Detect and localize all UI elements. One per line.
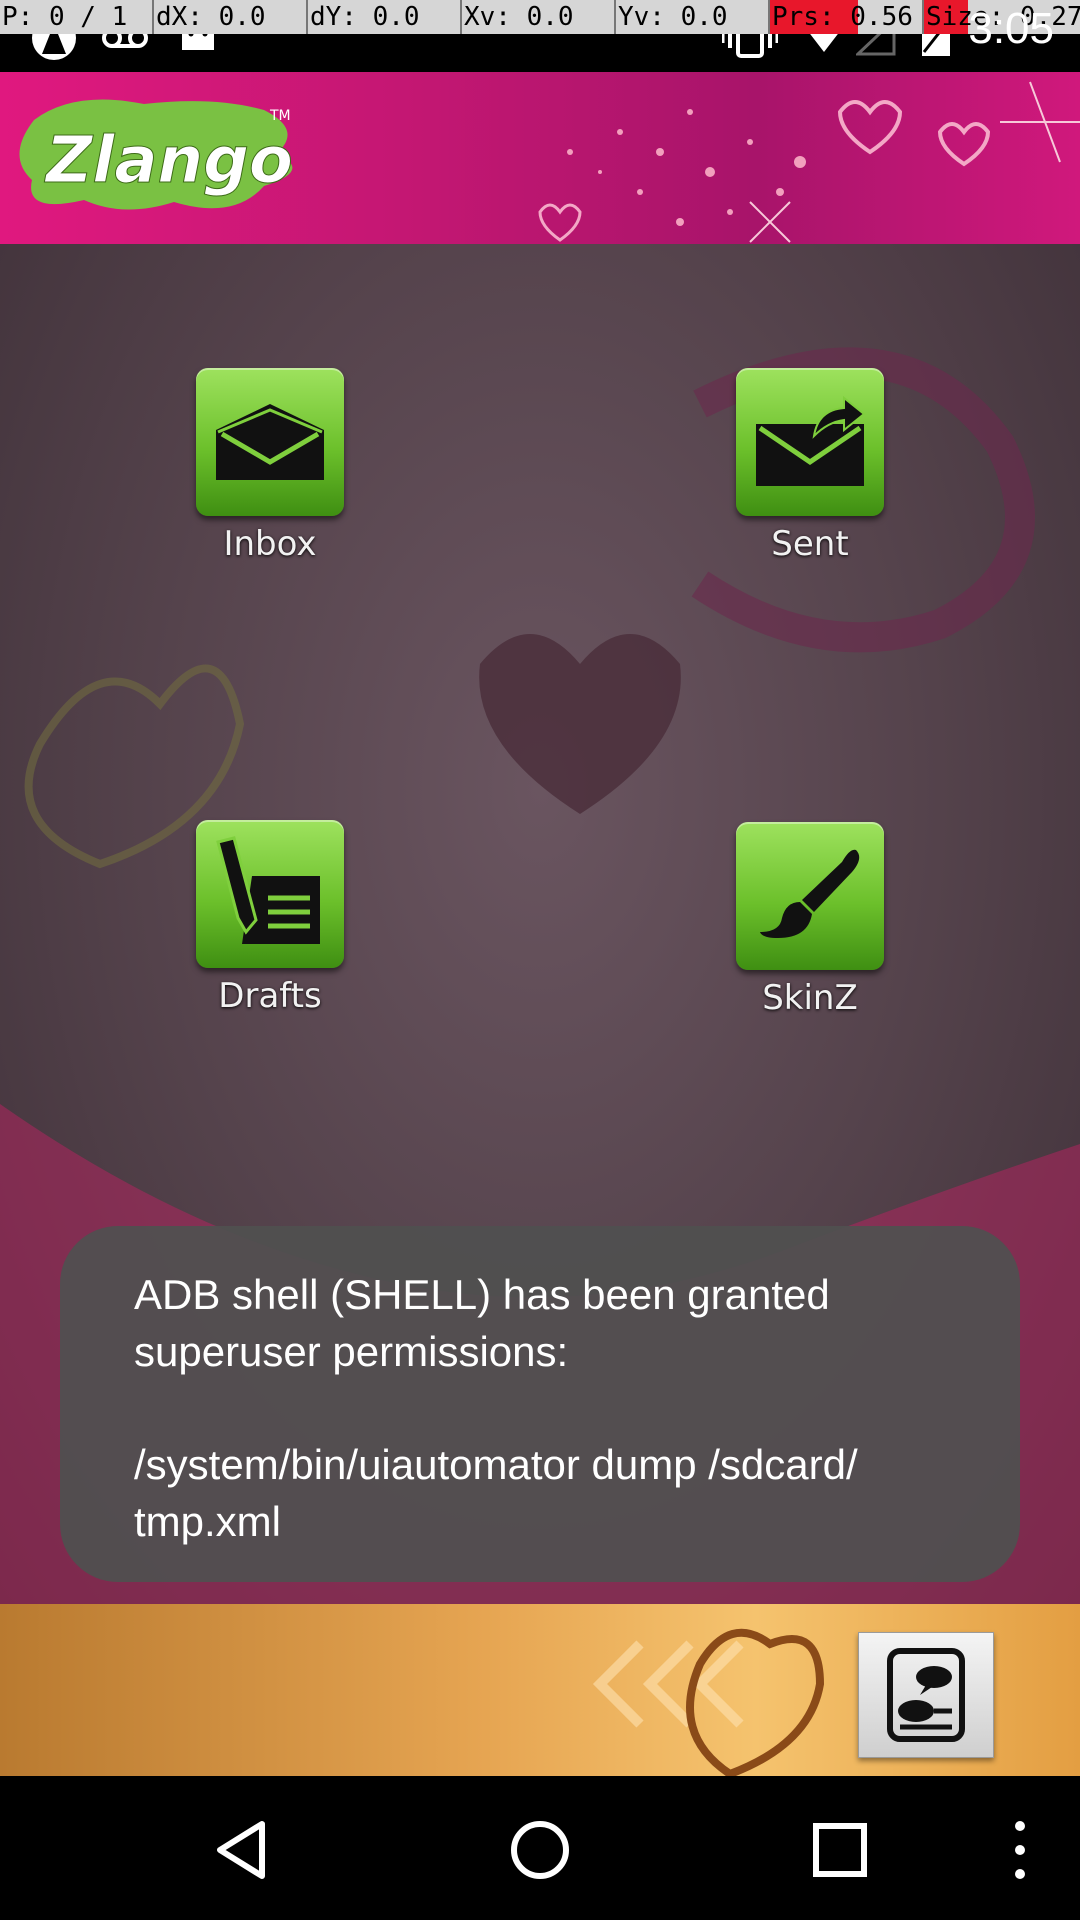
heart-arrows-decoration bbox=[592, 1628, 825, 1776]
inbox-tile[interactable]: Inbox bbox=[195, 368, 345, 564]
pressure: Prs: 0.56 bbox=[770, 0, 924, 34]
navigation-bar bbox=[0, 1776, 1080, 1920]
velocity-y: Yv: 0.0 bbox=[616, 0, 770, 34]
sent-tile[interactable]: Sent bbox=[735, 368, 885, 564]
drafts-tile[interactable]: Drafts bbox=[195, 820, 345, 1016]
toast-line-4: tmp.xml bbox=[134, 1498, 281, 1545]
recents-icon[interactable] bbox=[804, 1814, 876, 1886]
conversation-button[interactable] bbox=[858, 1632, 994, 1758]
header-decoration bbox=[538, 81, 1080, 243]
toast-line-1: ADB shell (SHELL) has been granted bbox=[134, 1271, 830, 1318]
overflow-menu-icon[interactable] bbox=[984, 1814, 1056, 1886]
zlango-logo: Zlango TM bbox=[19, 99, 293, 210]
toast-line-3: /system/bin/uiautomator dump /sdcard/ bbox=[134, 1441, 858, 1488]
svg-text:TM: TM bbox=[269, 108, 291, 124]
skinz-label: SkinZ bbox=[762, 978, 858, 1018]
toast-line-2: superuser permissions: bbox=[134, 1328, 569, 1375]
bottom-toolbar bbox=[0, 1604, 1080, 1776]
sent-button[interactable] bbox=[736, 368, 884, 516]
delta-y: dY: 0.0 bbox=[308, 0, 462, 34]
send-envelope-icon bbox=[756, 395, 866, 486]
app-header: Zlango TM bbox=[0, 72, 1080, 244]
home-icon[interactable] bbox=[504, 1814, 576, 1886]
skinz-tile[interactable]: SkinZ bbox=[735, 822, 885, 1018]
drafts-label: Drafts bbox=[218, 976, 322, 1016]
pointer-count: P: 0 / 1 bbox=[0, 0, 154, 34]
velocity-x: Xv: 0.0 bbox=[462, 0, 616, 34]
superuser-toast: ADB shell (SHELL) has been granted super… bbox=[60, 1226, 1020, 1582]
chat-bubbles-icon bbox=[887, 1648, 965, 1742]
inbox-button[interactable] bbox=[196, 368, 344, 516]
back-icon[interactable] bbox=[206, 1814, 278, 1886]
pen-note-icon bbox=[216, 836, 320, 944]
skinz-button[interactable] bbox=[736, 822, 884, 970]
paintbrush-icon bbox=[760, 849, 860, 938]
delta-x: dX: 0.0 bbox=[154, 0, 308, 34]
sent-label: Sent bbox=[771, 524, 849, 564]
envelope-icon bbox=[216, 404, 324, 480]
status-clock: 3:05 bbox=[968, 4, 1054, 53]
pointer-location-overlay: P: 0 / 1 dX: 0.0 dY: 0.0 Xv: 0.0 Yv: 0.0… bbox=[0, 0, 1080, 34]
drafts-button[interactable] bbox=[196, 820, 344, 968]
inbox-label: Inbox bbox=[223, 524, 317, 564]
svg-text:Zlango: Zlango bbox=[44, 124, 293, 198]
